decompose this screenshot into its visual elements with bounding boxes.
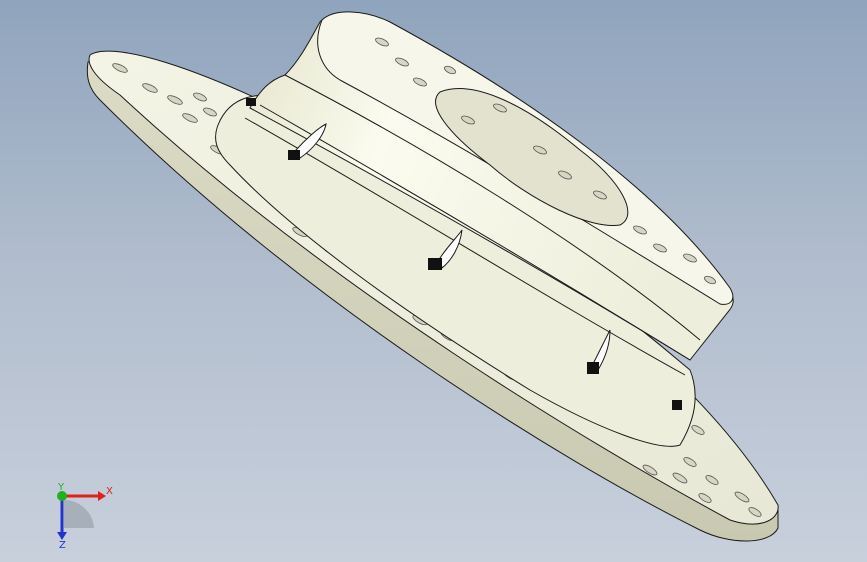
disc-hub-model[interactable] [0, 0, 867, 562]
axis-triad: X Y Z [57, 482, 113, 550]
x-axis-label: X [106, 486, 113, 497]
z-axis-arrow [57, 532, 67, 540]
z-axis-label: Z [59, 540, 66, 550]
x-axis-arrow [98, 491, 106, 501]
y-axis-label: Y [57, 482, 65, 493]
triad-shadow [64, 499, 94, 528]
graphics-viewport[interactable]: X Y Z [0, 0, 867, 562]
